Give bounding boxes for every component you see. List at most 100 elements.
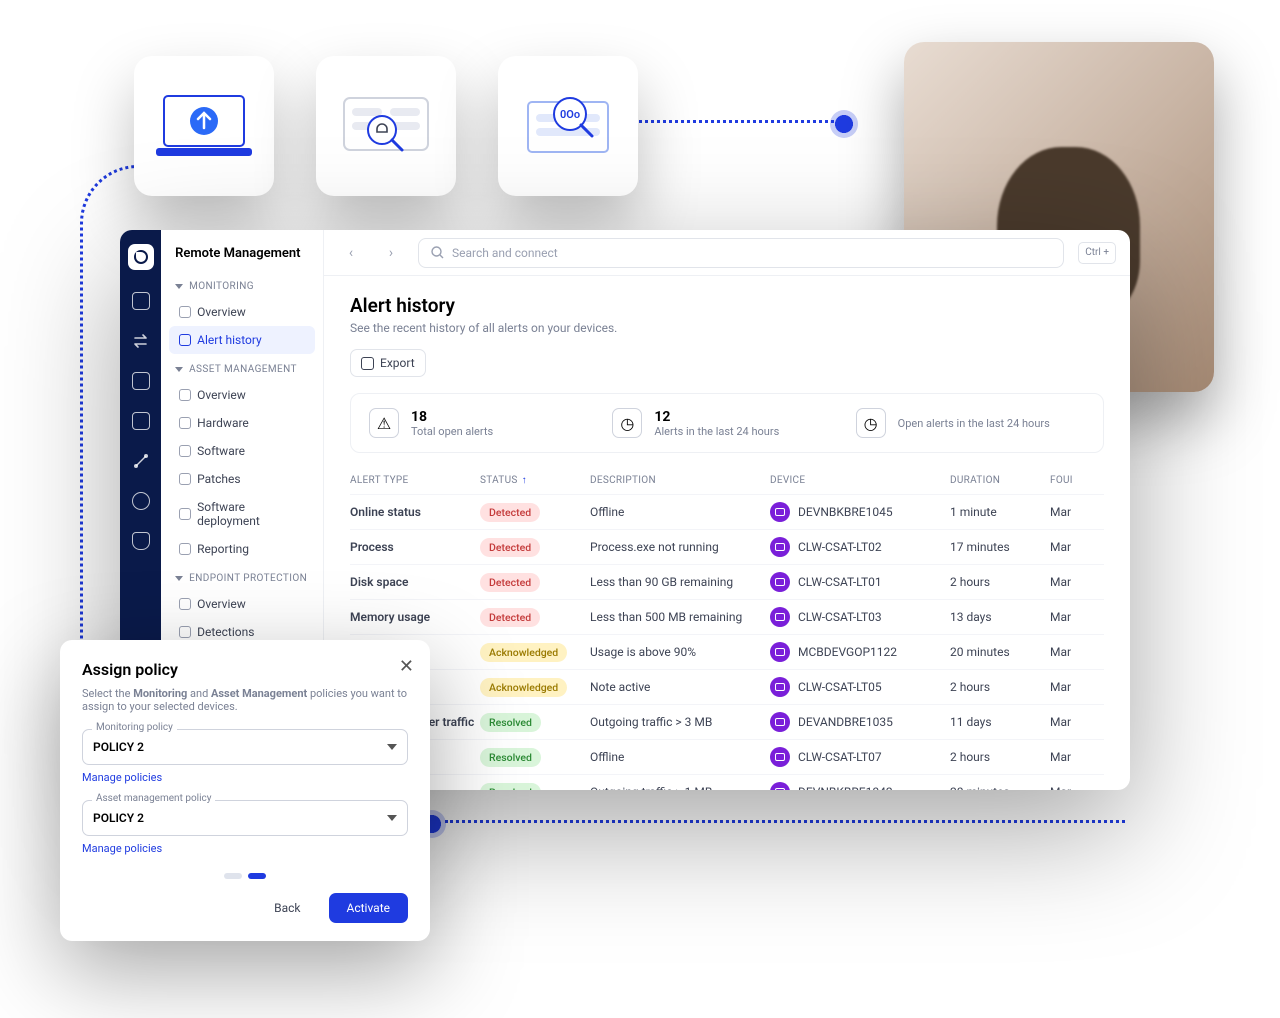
sidebar-item-icon [179,508,191,520]
cell-device[interactable]: DEVANDBRE1035 [770,712,950,732]
sidebar-group-header[interactable]: MONITORING [161,271,323,298]
sidebar-item-software-deployment[interactable]: Software deployment [161,493,323,535]
cell-device[interactable]: MCBDEVGOP1122 [770,642,950,662]
status-badge: Detected [480,573,540,592]
sidebar-item-icon [179,334,191,346]
cell-device[interactable]: CLW-CSAT-LT07 [770,747,950,767]
table-row[interactable]: CPU usageAcknowledgedUsage is above 90%M… [350,634,1104,669]
column-header[interactable]: STATUS↑ [480,475,590,486]
select-value: POLICY 2 [93,811,144,825]
sidebar-item-overview[interactable]: Overview [161,298,323,326]
table-row[interactable]: Memory usageDetectedLess than 500 MB rem… [350,599,1104,634]
rail-devices-icon[interactable] [132,372,150,390]
sidebar-item-reporting[interactable]: Reporting [161,535,323,563]
nav-back-button[interactable]: ‹ [338,240,364,266]
cell-duration: 17 minutes [950,540,1050,554]
magnifier-chart-icon: 0Oo [518,86,618,166]
modal-description: Select the Monitoring and Asset Manageme… [82,687,408,713]
cell-duration: 20 minutes [950,785,1050,790]
device-name: DEVNBKBRE1042 [798,785,893,790]
sidebar-item-overview[interactable]: Overview [161,590,323,618]
device-icon [770,502,790,522]
sidebar-group-header[interactable]: ASSET MANAGEMENT [161,354,323,381]
monitoring-policy-select[interactable]: POLICY 2 [82,729,408,765]
device-icon [770,712,790,732]
cell-found: Mar [1050,575,1104,589]
rail-transfer-icon[interactable] [132,332,150,350]
device-name: CLW-CSAT-LT07 [798,750,882,764]
cell-device[interactable]: CLW-CSAT-LT05 [770,677,950,697]
status-badge: Detected [480,608,540,627]
cell-device[interactable]: DEVNBKBRE1042 [770,782,950,790]
cell-description: Process.exe not running [590,540,770,554]
export-button[interactable]: Export [350,349,426,377]
rail-support-icon[interactable] [132,492,150,510]
rail-shield-icon[interactable] [132,532,150,550]
rail-workflow-icon[interactable] [132,452,150,470]
activate-button[interactable]: Activate [329,893,409,923]
nav-forward-button[interactable]: › [378,240,404,266]
rail-inbox-icon[interactable] [132,412,150,430]
manage-policies-link[interactable]: Manage policies [82,842,408,855]
cell-alert-type: Memory usage [350,610,480,624]
sidebar-group-header[interactable]: ENDPOINT PROTECTION [161,563,323,590]
cell-status: Acknowledged [480,643,590,662]
table-row[interactable]: FirewallResolvedOfflineCLW-CSAT-LT072 ho… [350,739,1104,774]
table-row[interactable]: ProcessDetectedProcess.exe not runningCL… [350,529,1104,564]
sidebar-item-hardware[interactable]: Hardware [161,409,323,437]
sidebar-item-overview[interactable]: Overview [161,381,323,409]
chevron-down-icon [387,815,397,821]
connector-dot-right [830,110,858,138]
stat-value: 12 [654,409,779,425]
device-icon [770,747,790,767]
modal-title: Assign policy [82,660,408,679]
table-row[interactable]: Disk spaceDetectedLess than 90 GB remain… [350,564,1104,599]
column-header[interactable]: ALERT TYPE [350,475,480,486]
sidebar-item-alert-history[interactable]: Alert history [169,326,315,354]
back-button[interactable]: Back [256,893,318,923]
stat-icon: ⚠ [369,408,399,438]
device-name: CLW-CSAT-LT01 [798,575,882,589]
asset-policy-select[interactable]: POLICY 2 [82,800,408,836]
status-badge: Resolved [480,748,541,767]
sidebar-item-software[interactable]: Software [161,437,323,465]
search-input[interactable]: Search and connect [418,238,1064,268]
sidebar-item-patches[interactable]: Patches [161,465,323,493]
sidebar-item-label: Overview [197,597,246,611]
status-badge: Detected [480,503,540,522]
table-row[interactable]: ProcessResolvedOutgoing traffic > 1 MBDE… [350,774,1104,790]
page-content: Alert history See the recent history of … [324,276,1130,790]
manage-policies-link[interactable]: Manage policies [82,771,408,784]
cell-device[interactable]: CLW-CSAT-LT03 [770,607,950,627]
close-icon[interactable]: ✕ [399,656,414,677]
stat-icon: ◷ [856,408,886,438]
table-row[interactable]: Online statusDetectedOfflineDEVNBKBRE104… [350,494,1104,529]
cell-status: Resolved [480,783,590,791]
modal-actions: Back Activate [82,893,408,923]
cell-description: Note active [590,680,770,694]
status-badge: Acknowledged [480,643,567,662]
status-badge: Resolved [480,713,541,732]
cell-found: Mar [1050,645,1104,659]
cell-device[interactable]: CLW-CSAT-LT01 [770,572,950,592]
cell-found: Mar [1050,610,1104,624]
table-row[interactable]: Network adapter trafficResolvedOutgoing … [350,704,1104,739]
app-logo-icon[interactable] [128,244,154,270]
column-header[interactable]: DESCRIPTION [590,475,770,486]
cell-found: Mar [1050,680,1104,694]
step-dot [224,873,242,879]
device-name: CLW-CSAT-LT02 [798,540,882,554]
column-header[interactable]: FOUI [1050,475,1104,486]
table-row[interactable]: FirewallAcknowledgedNote activeCLW-CSAT-… [350,669,1104,704]
column-header[interactable]: DURATION [950,475,1050,486]
cell-device[interactable]: DEVNBKBRE1045 [770,502,950,522]
cell-device[interactable]: CLW-CSAT-LT02 [770,537,950,557]
stat-label: Total open alerts [411,425,493,438]
rail-home-icon[interactable] [132,292,150,310]
column-header[interactable]: DEVICE [770,475,950,486]
sidebar-item-label: Detections [197,625,254,639]
export-icon [361,357,374,370]
device-icon [770,642,790,662]
cell-duration: 2 hours [950,750,1050,764]
status-badge: Resolved [480,783,541,791]
